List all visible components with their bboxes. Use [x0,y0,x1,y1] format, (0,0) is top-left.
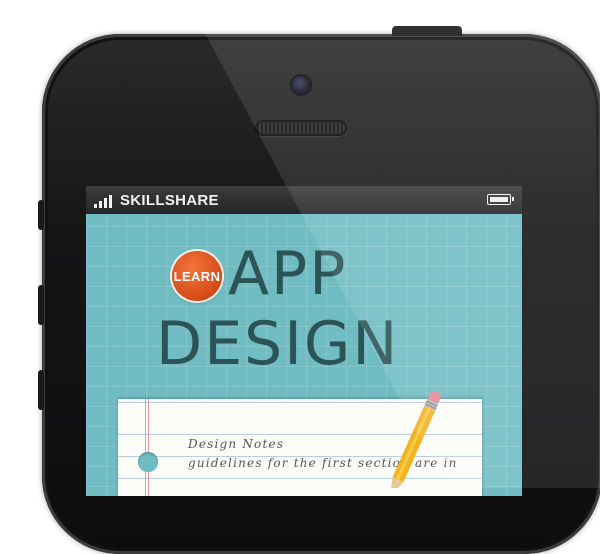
battery-full-icon [487,194,514,205]
binder-hole [138,452,158,472]
front-camera [292,76,310,94]
sleep-button [392,26,462,36]
volume-down-button [38,370,44,410]
phone-screen: SKILLSHARE LEARN APP DESIGN Design Notes… [86,186,522,496]
status-bar: SKILLSHARE [86,186,522,214]
margin-line [145,399,146,496]
note-line: guidelines for the first section are in [188,456,458,470]
notepad-paper: Design Notes guidelines for the first se… [118,399,482,496]
volume-up-button [38,285,44,325]
learn-badge: LEARN [172,251,222,301]
title-line-app: APP [228,239,348,309]
mute-switch [38,200,44,230]
margin-line [148,399,149,496]
note-heading: Design Notes [188,437,285,451]
earpiece-speaker [255,120,347,136]
title-line-design: DESIGN [156,309,400,379]
carrier-name: SKILLSHARE [120,192,219,209]
